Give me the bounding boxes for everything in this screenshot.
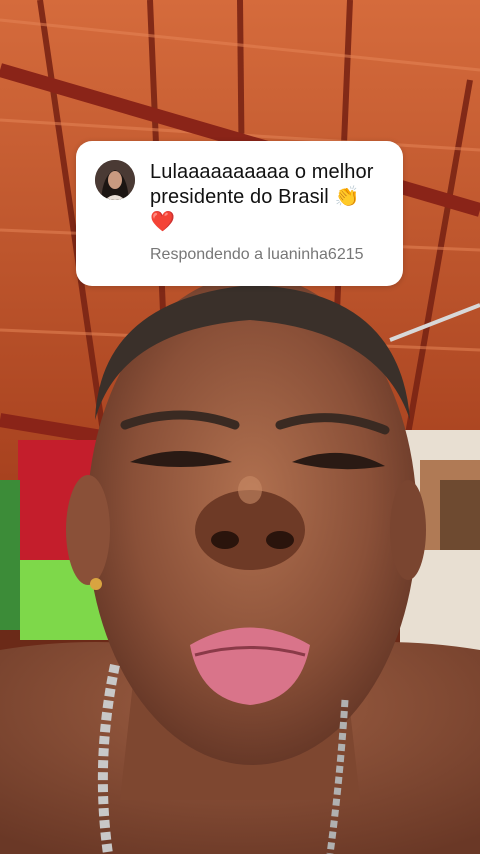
- video-background: [0, 0, 480, 854]
- commenter-avatar[interactable]: [95, 160, 135, 200]
- reply-comment-sticker[interactable]: Lulaaaaaaaaaa o melhor presidente do Bra…: [76, 141, 403, 286]
- heart-emoji-icon: ❤️: [150, 211, 176, 233]
- clap-emoji-icon: 👏: [334, 186, 360, 208]
- replying-to-label: Respondendo a luaninha6215: [150, 246, 364, 263]
- comment-text-block: Lulaaaaaaaaaa o melhor presidente do Bra…: [150, 160, 390, 235]
- video-frame[interactable]: [0, 0, 480, 854]
- avatar-photo-icon: [95, 160, 135, 200]
